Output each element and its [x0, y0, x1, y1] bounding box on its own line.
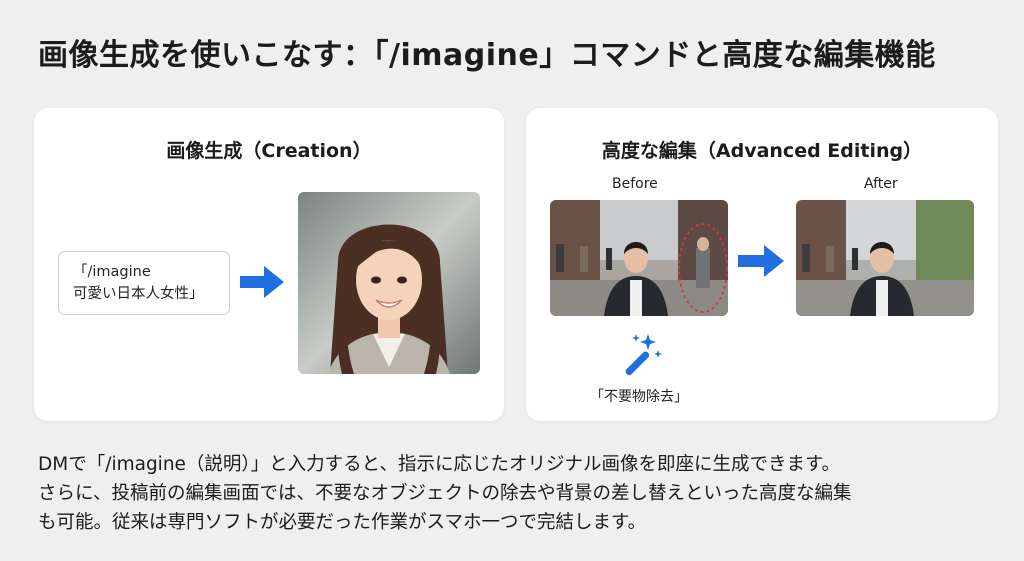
creation-card: 画像生成（Creation） 「/imagine 可愛い日本人女性」	[34, 108, 504, 421]
prompt-line-1: 「/imagine	[73, 264, 151, 280]
remove-objects-label: 「不要物除去」	[590, 389, 688, 405]
description-line-3: も可能。従来は専門ソフトが必要だった作業がスマホ一つで完結します。	[38, 512, 647, 533]
before-street-image	[550, 200, 728, 316]
creation-card-title: 画像生成（Creation）	[166, 140, 372, 162]
prompt-line-2: 可愛い日本人女性」	[73, 286, 204, 302]
description-line-1: DMで「/imagine（説明）」と入力すると、指示に応じたオリジナル画像を即座…	[38, 454, 841, 475]
generated-portrait-image	[298, 192, 480, 374]
description-text: DMで「/imagine（説明）」と入力すると、指示に応じたオリジナル画像を即座…	[38, 450, 988, 537]
page-title: 画像生成を使いこなす：「/imagine」コマンドと高度な編集機能	[38, 38, 936, 73]
description-line-2: さらに、投稿前の編集画面では、不要なオブジェクトの除去や背景の差し替えといった高…	[38, 483, 852, 504]
arrow-right-icon	[738, 245, 784, 277]
before-label: Before	[612, 176, 658, 192]
after-label: After	[864, 176, 898, 192]
magic-wand-icon	[625, 334, 662, 376]
arrow-right-icon	[240, 266, 284, 298]
editing-card: 高度な編集（Advanced Editing） Before After 「不要…	[526, 108, 998, 421]
editing-card-title: 高度な編集（Advanced Editing）	[601, 140, 923, 162]
after-street-image	[796, 200, 974, 316]
imagine-prompt-box: 「/imagine 可愛い日本人女性」	[58, 251, 230, 315]
